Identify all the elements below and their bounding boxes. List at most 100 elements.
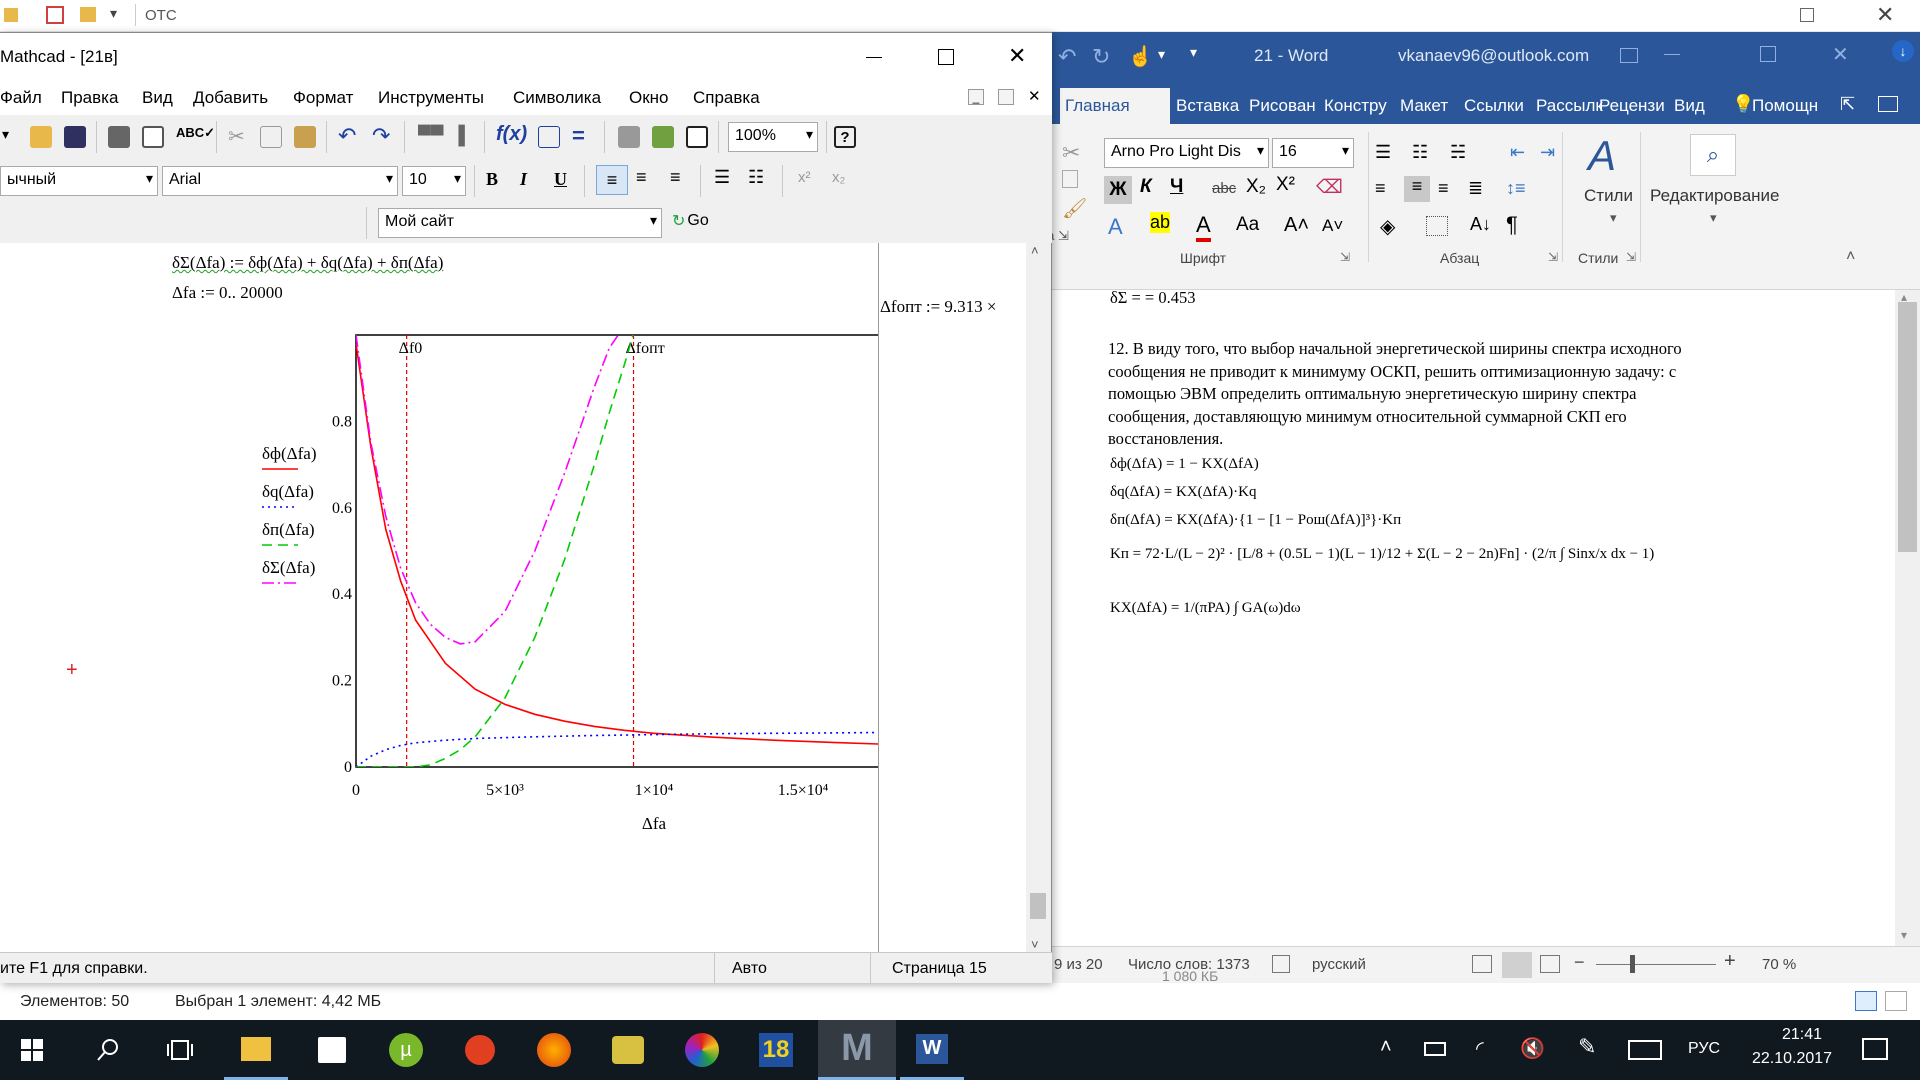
line-spacing-icon[interactable]: ↕≡ (1506, 178, 1526, 199)
increase-indent-icon[interactable]: ⇥ (1540, 142, 1555, 163)
account-name[interactable]: vkanaev96@outlook.com (1398, 46, 1589, 66)
resource-center-icon[interactable] (652, 126, 674, 148)
taskbar-app-yellow[interactable] (596, 1020, 660, 1080)
cut-icon[interactable]: ✂ (228, 124, 245, 149)
zoom-combo[interactable]: 100% ▾ (728, 122, 818, 152)
checkbox-icon[interactable] (46, 6, 64, 24)
decrease-indent-icon[interactable]: ⇤ (1510, 142, 1525, 163)
close-icon[interactable]: ✕ (1832, 42, 1849, 67)
paste-icon[interactable] (294, 126, 316, 148)
subscript-button[interactable]: X₂ (1246, 176, 1266, 198)
scroll-down-icon[interactable]: ▾ (1901, 928, 1907, 942)
tab-view[interactable]: Вид (1674, 96, 1705, 116)
strikethrough-button[interactable]: abc (1212, 180, 1236, 197)
battery-icon[interactable] (1424, 1042, 1446, 1056)
scroll-thumb[interactable] (1030, 893, 1046, 919)
change-case-icon[interactable]: Aa (1236, 214, 1259, 236)
copy-icon[interactable] (1062, 170, 1078, 188)
align-center-icon[interactable]: ≡ (636, 167, 647, 188)
editing-dropdown-icon[interactable]: ▾ (1710, 210, 1717, 226)
align-across-icon[interactable]: ▀▀ (418, 125, 444, 146)
styles-button[interactable]: Стили (1584, 186, 1633, 206)
menu-format[interactable]: Формат (293, 88, 353, 108)
print-icon[interactable] (108, 126, 130, 148)
help-icon[interactable]: ? (834, 126, 856, 148)
word-font-combo[interactable]: Arno Pro Light Dis ▾ (1104, 138, 1269, 168)
font-combo[interactable]: Arial ▾ (162, 166, 398, 196)
align-right-icon[interactable]: ≡ (1438, 178, 1449, 199)
grow-font-icon[interactable]: A˄ (1284, 214, 1309, 237)
undo-icon[interactable]: ↶ (338, 123, 356, 149)
bullets-icon[interactable]: ☰ (1375, 142, 1391, 163)
ribbon-display-icon[interactable] (1620, 48, 1638, 63)
numbering-icon[interactable]: ☷ (748, 167, 764, 188)
taskbar-app-orange[interactable] (448, 1020, 512, 1080)
taskbar-picasa[interactable] (670, 1020, 734, 1080)
open-icon[interactable] (30, 126, 52, 148)
numbering-icon[interactable]: ☷ (1412, 142, 1428, 163)
menu-view[interactable]: Вид (142, 88, 173, 108)
multilevel-list-icon[interactable]: ☵ (1450, 142, 1466, 163)
tab-insert[interactable]: Вставка (1176, 96, 1239, 116)
show-hidden-icons[interactable]: ˄ (1380, 1036, 1392, 1059)
tab-design[interactable]: Констру (1324, 96, 1387, 116)
taskbar-app-18[interactable]: 18 (744, 1020, 808, 1080)
print-preview-icon[interactable] (142, 126, 164, 148)
menu-insert[interactable]: Добавить (193, 88, 268, 108)
restore-icon[interactable] (1800, 8, 1814, 22)
minimize-icon[interactable] (1664, 54, 1680, 55)
taskbar-mathcad[interactable]: M (818, 1020, 896, 1080)
action-center-icon[interactable] (1862, 1038, 1888, 1060)
align-center-icon[interactable]: ≡ (1404, 176, 1430, 202)
go-button[interactable]: ↻ Go (672, 211, 709, 231)
tab-references[interactable]: Ссылки (1464, 96, 1524, 116)
tab-review[interactable]: Рецензи (1599, 96, 1665, 116)
taskbar-store[interactable] (300, 1020, 364, 1080)
pilcrow-icon[interactable]: ¶ (1506, 212, 1518, 238)
menu-window[interactable]: Окно (629, 88, 669, 108)
bold-button[interactable]: B (486, 169, 498, 190)
task-view-button[interactable] (148, 1020, 212, 1080)
mathcad-worksheet[interactable]: δΣ(Δfa) := δф(Δfa) + δq(Δfa) + δп(Δfa) Δ… (0, 243, 1026, 957)
clock-date[interactable]: 22.10.2017 (1742, 1050, 1842, 1068)
quick-access-dropdown-icon[interactable]: ▾ (110, 5, 117, 22)
tab-layout[interactable]: Макет (1400, 96, 1448, 116)
maximize-icon[interactable] (1760, 46, 1776, 62)
scroll-down-icon[interactable]: ˅ (1031, 937, 1039, 952)
text-effects-icon[interactable]: A (1108, 214, 1123, 240)
align-down-icon[interactable]: ▐ (452, 125, 465, 146)
style-combo[interactable]: ычный ▾ (0, 166, 158, 196)
pen-icon[interactable]: ✎ (1578, 1034, 1596, 1060)
search-icon[interactable]: ⌕ (1690, 134, 1736, 176)
insert-component-icon[interactable] (618, 126, 640, 148)
italic-button[interactable]: I (520, 169, 527, 190)
menu-symbolics[interactable]: Символика (513, 88, 601, 108)
borders-icon[interactable] (1426, 216, 1448, 236)
language-indicator[interactable]: РУС (1688, 1040, 1720, 1058)
insert-unit-icon[interactable] (538, 126, 560, 148)
calculate-icon[interactable]: = (572, 123, 585, 149)
bold-button[interactable]: Ж (1104, 176, 1132, 204)
align-left-icon[interactable]: ≡ (1375, 178, 1386, 199)
editing-button[interactable]: Редактирование (1650, 186, 1780, 206)
window-icon[interactable] (686, 126, 708, 148)
format-painter-icon[interactable]: 🖌 (1062, 196, 1087, 221)
align-left-icon[interactable]: ≡ (596, 165, 628, 195)
undo-icon[interactable]: ↶ (1058, 44, 1076, 70)
doc-close-icon[interactable]: ✕ (1028, 87, 1041, 105)
italic-button[interactable]: К (1140, 176, 1152, 198)
down-arrow-icon[interactable]: ↓ (1892, 40, 1914, 62)
mathcad-vertical-scrollbar[interactable]: ˄ ˅ (1026, 243, 1050, 957)
shading-icon[interactable]: ◈ (1380, 214, 1395, 239)
keyboard-icon[interactable] (1628, 1040, 1662, 1060)
menu-tools[interactable]: Инструменты (378, 88, 484, 108)
save-icon[interactable] (64, 126, 86, 148)
equation-f-opt[interactable]: Δfопт := 9.313 × (880, 297, 997, 317)
insert-function-icon[interactable]: f(x) (496, 123, 527, 146)
dialog-launcher-icon[interactable]: ⇲ (1340, 250, 1350, 264)
volume-muted-icon[interactable]: 🔇 (1520, 1036, 1545, 1061)
touch-mode-icon[interactable]: ☝ (1128, 44, 1153, 69)
wifi-icon[interactable]: ◜ (1476, 1036, 1484, 1061)
folder-icon[interactable] (80, 7, 96, 22)
bullets-icon[interactable]: ☰ (714, 167, 730, 188)
